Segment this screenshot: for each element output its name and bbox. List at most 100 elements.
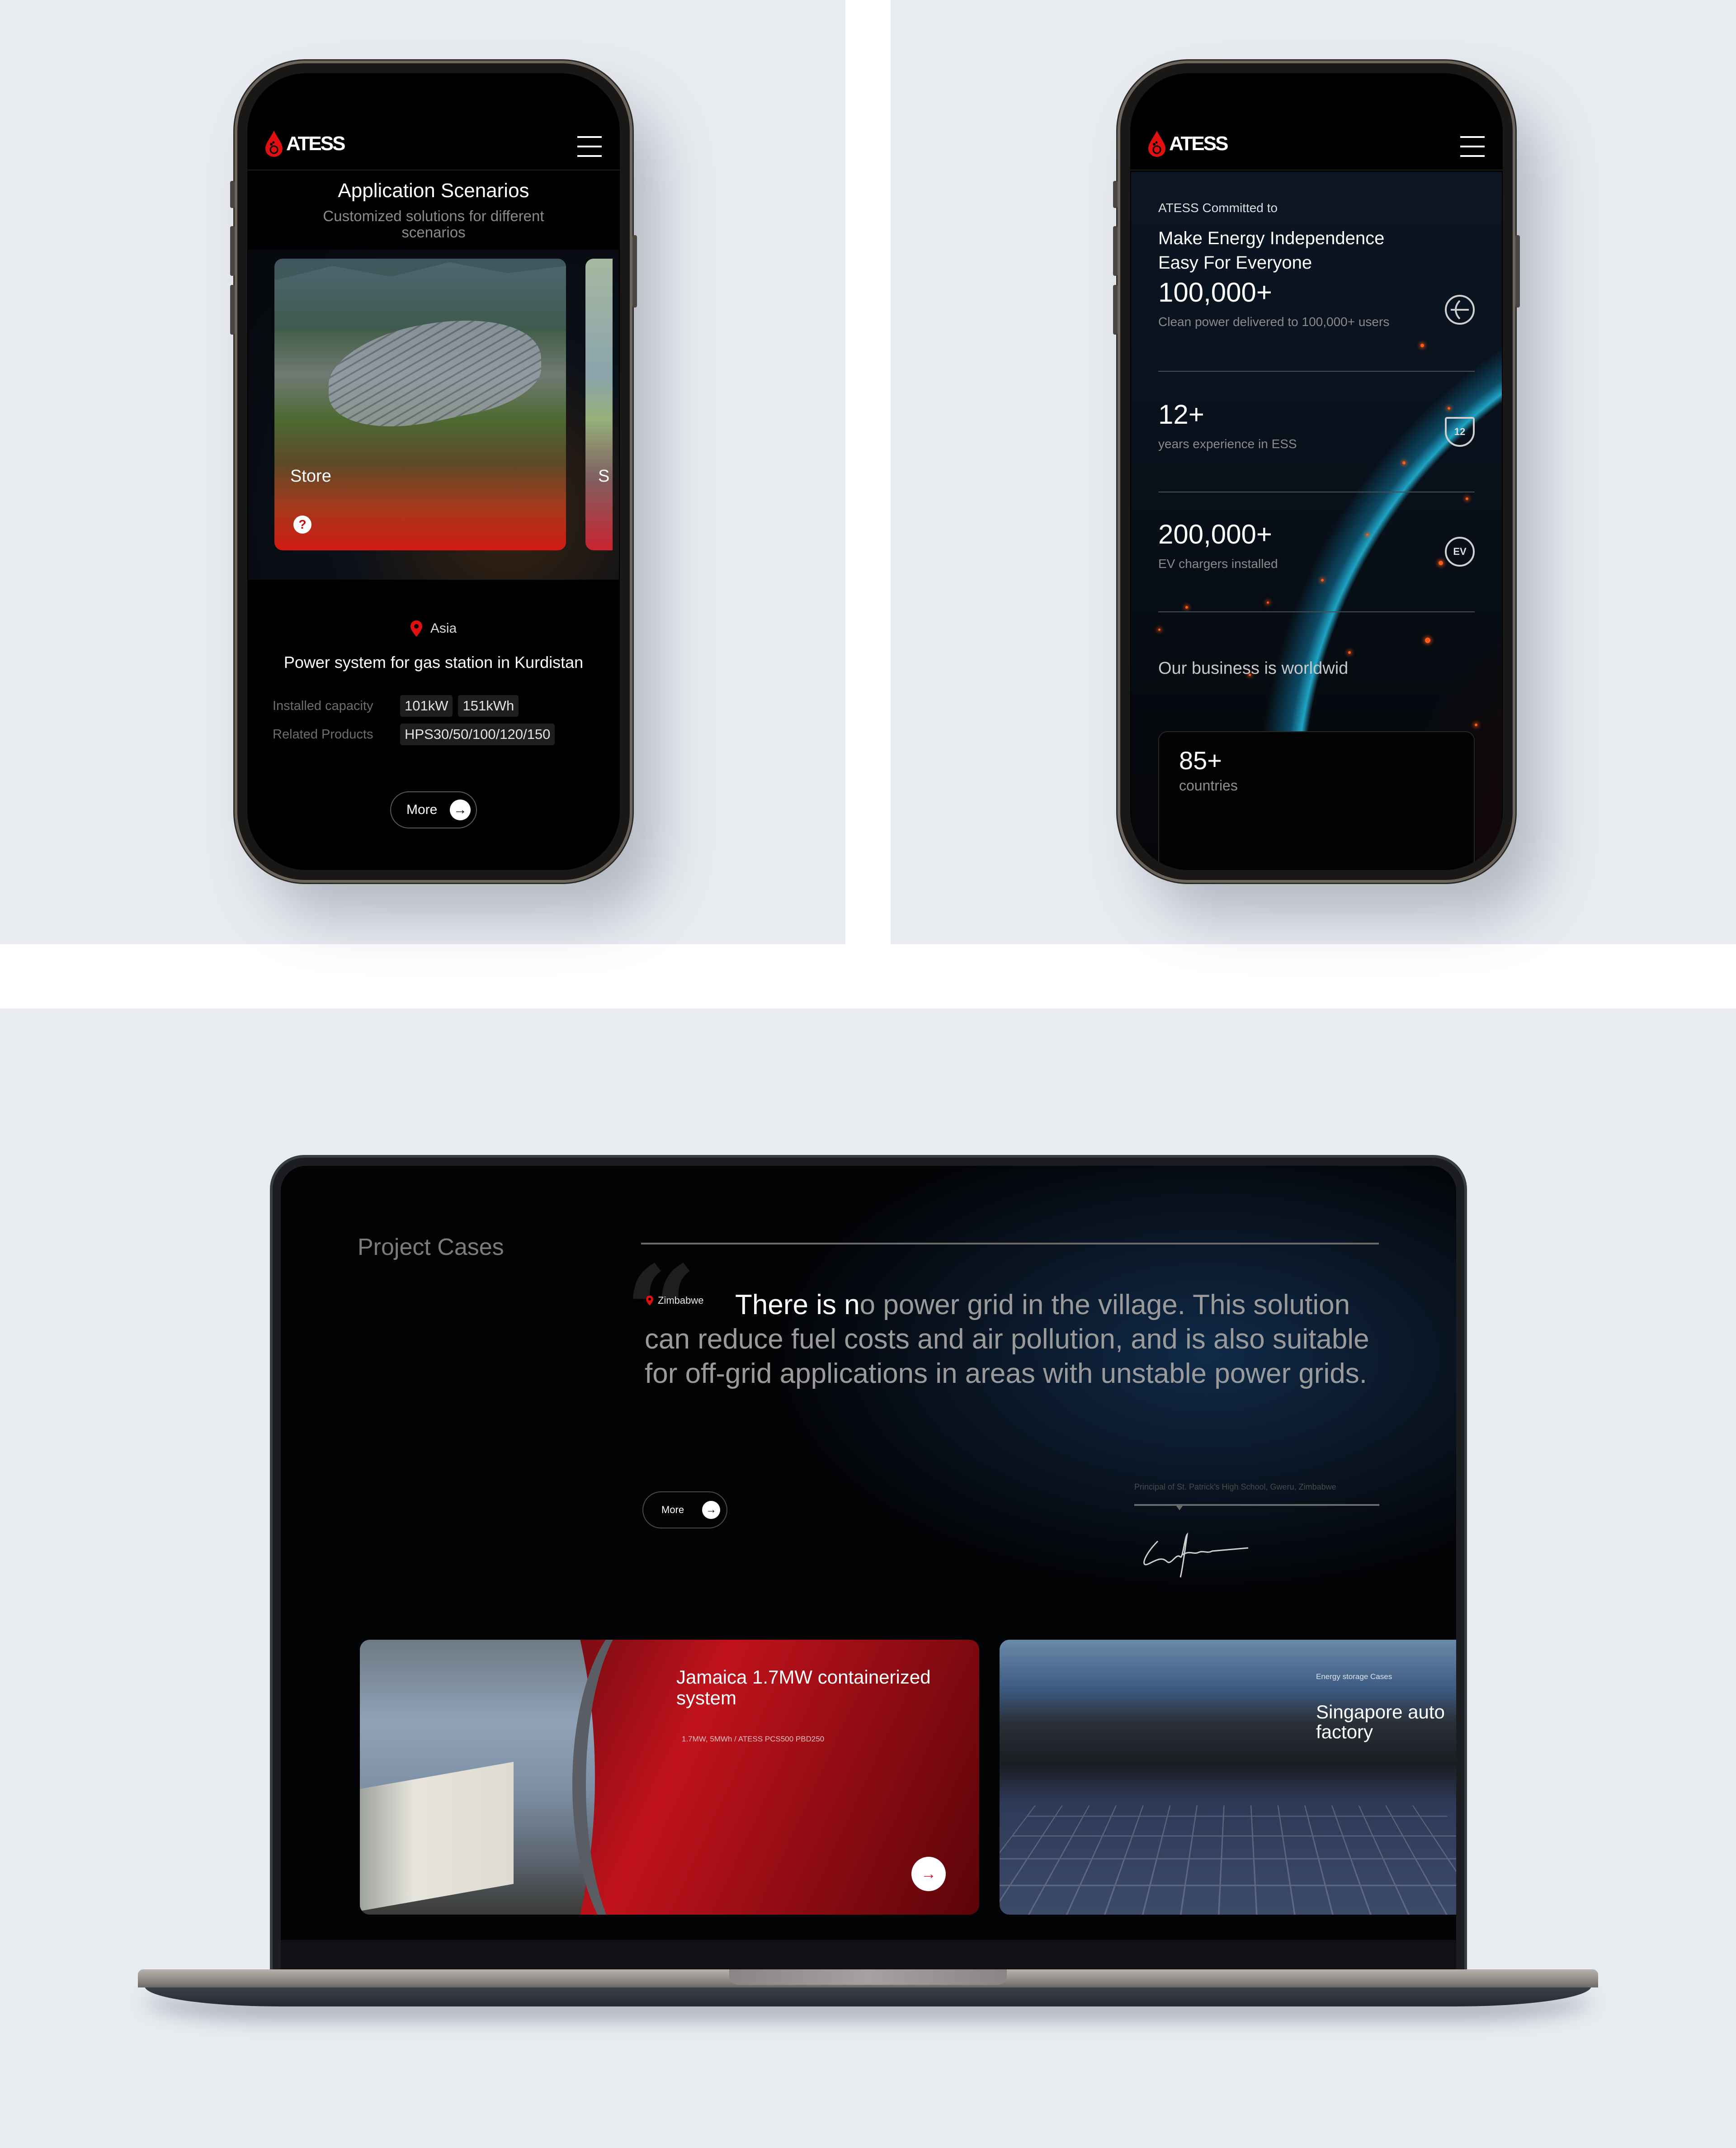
stat-divider: [1158, 371, 1475, 372]
countries-card: 85+ countries: [1158, 731, 1475, 870]
scenario-card-store[interactable]: Store ?: [274, 259, 566, 550]
phone-side-button: [632, 235, 637, 308]
spec-label: Installed capacity: [273, 698, 373, 713]
case-card-singapore[interactable]: Energy storage Cases Singapore auto fact…: [1000, 1640, 1456, 1915]
more-label: More: [406, 802, 438, 817]
stat-value: 100,000+: [1158, 277, 1272, 308]
mobile-header: ATESS: [247, 73, 620, 170]
logo-drop-icon: [265, 131, 283, 157]
stat-value: 200,000+: [1158, 519, 1272, 549]
section-subtitle: Customized solutions for different scena…: [323, 208, 544, 241]
spec-row-installed-capacity: Installed capacity 101kW 151kWh: [273, 695, 519, 717]
phone-side-button: [1515, 235, 1520, 308]
hamburger-icon[interactable]: [1460, 136, 1485, 157]
hamburger-icon[interactable]: [577, 136, 602, 157]
countries-value: 85+: [1179, 746, 1222, 775]
more-button[interactable]: More →: [390, 791, 477, 828]
laptop-hinge-notch: [729, 1969, 1007, 1985]
city-light: [1420, 344, 1424, 347]
scenario-card-label: S: [598, 467, 610, 486]
testimonial-attribution: Principal of St. Patrick's High School, …: [1134, 1482, 1336, 1491]
stat-users: 100,000+ Clean power delivered to 100,00…: [1158, 277, 1475, 329]
spec-chip: 151kWh: [458, 695, 519, 717]
city-light: [1158, 629, 1160, 631]
laptop-lid: Project Cases “ Zimbabwe There is no pow…: [273, 1158, 1464, 1972]
spec-row-related-products: Related Products HPS30/50/100/120/150: [273, 724, 555, 745]
city-light: [1425, 638, 1430, 643]
phone-side-button: [1113, 285, 1118, 335]
testimonial-quote: There is no power grid in the village. T…: [645, 1288, 1386, 1391]
stat-value: 12+: [1158, 399, 1204, 430]
location-pin-icon: [410, 620, 422, 637]
logo-text: ATESS: [286, 132, 345, 155]
ev-icon: EV: [1445, 537, 1475, 567]
spec-chip: 101kW: [400, 695, 453, 717]
phone-side-button: [230, 226, 235, 276]
case-card-jamaica[interactable]: Jamaica 1.7MW containerized system 1.7MW…: [360, 1640, 979, 1915]
hero-title-line: Easy For Everyone: [1158, 253, 1312, 273]
city-light: [1267, 601, 1269, 604]
case-title: Jamaica 1.7MW containerized system: [676, 1666, 931, 1708]
phone-about-stats: ATESS ATESS Committed to Make Energy Ind…: [1113, 63, 1520, 880]
arrow-right-icon: →: [450, 800, 471, 820]
phone-application-scenarios: ATESS Application Scenarios Customized s…: [230, 63, 637, 880]
city-light: [1321, 579, 1324, 582]
arrow-right-icon: →: [702, 1501, 720, 1519]
phone-side-button: [230, 181, 235, 208]
worldwide-label: Our business is worldwid: [1158, 659, 1349, 678]
stat-divider: [1158, 611, 1475, 612]
spec-label: Related Products: [273, 727, 373, 742]
project-title: Power system for gas station in Kurdista…: [283, 653, 584, 672]
logo-text: ATESS: [1169, 132, 1228, 155]
quote-highlight: There is n: [735, 1289, 860, 1320]
screen-bottom-bar: [281, 1940, 1456, 1972]
city-light: [1475, 724, 1477, 726]
more-label: More: [661, 1504, 684, 1515]
phone-screen: ATESS ATESS Committed to Make Energy Ind…: [1130, 73, 1503, 870]
case-spec: 1.7MW, 5MWh / ATESS PCS500 PBD250: [682, 1735, 825, 1743]
shield-12-icon: 12: [1445, 417, 1475, 447]
kicker-text: ATESS Committed to: [1158, 201, 1278, 215]
scenario-card-label: Store: [290, 467, 331, 486]
signature-image: [1143, 1532, 1249, 1578]
hero-title: Make Energy Independence Easy For Everyo…: [1158, 226, 1384, 275]
laptop-base-foot: [145, 1986, 1591, 2006]
logo[interactable]: ATESS: [265, 131, 345, 157]
stat-description: Clean power delivered to 100,000+ users: [1158, 315, 1390, 329]
mobile-header: ATESS: [1130, 73, 1503, 170]
logo-drop-icon: [1148, 131, 1165, 157]
globe-icon: [1445, 295, 1475, 325]
case-title: Singapore auto factory: [1316, 1701, 1445, 1742]
phone-side-button: [230, 285, 235, 335]
city-light: [1348, 651, 1351, 654]
attribution-rule: [1134, 1504, 1379, 1506]
title-rule: [641, 1243, 1379, 1244]
location-text: Asia: [430, 621, 457, 636]
countries-description: countries: [1179, 777, 1238, 794]
city-light: [1402, 461, 1406, 464]
stat-ev-chargers: 200,000+ EV chargers installed EV: [1158, 519, 1475, 571]
arrow-right-icon[interactable]: →: [911, 1857, 946, 1891]
city-light: [1466, 497, 1468, 500]
case-kicker: Energy storage Cases: [1316, 1672, 1392, 1681]
scenario-card-next[interactable]: S: [585, 259, 613, 550]
section-title: Project Cases: [358, 1234, 504, 1260]
question-icon[interactable]: ?: [293, 516, 311, 534]
more-button[interactable]: More →: [642, 1491, 727, 1528]
logo[interactable]: ATESS: [1148, 131, 1228, 157]
project-location: Asia: [247, 620, 620, 637]
hero-title-line: Make Energy Independence: [1158, 228, 1385, 248]
solar-panels-image: [1000, 1805, 1456, 1915]
phone-side-button: [1113, 226, 1118, 276]
spec-chip: HPS30/50/100/120/150: [400, 724, 555, 745]
stat-description: EV chargers installed: [1158, 557, 1278, 571]
phone-screen: ATESS Application Scenarios Customized s…: [247, 73, 620, 870]
mountain-image: [274, 262, 566, 331]
city-light: [1185, 606, 1188, 609]
section-title: Application Scenarios: [338, 180, 529, 202]
attribution-notch: [1175, 1504, 1184, 1510]
stat-description: years experience in ESS: [1158, 437, 1297, 451]
phone-side-button: [1113, 181, 1118, 208]
stat-years: 12+ years experience in ESS 12: [1158, 399, 1475, 451]
laptop-screen: Project Cases “ Zimbabwe There is no pow…: [281, 1166, 1456, 1972]
